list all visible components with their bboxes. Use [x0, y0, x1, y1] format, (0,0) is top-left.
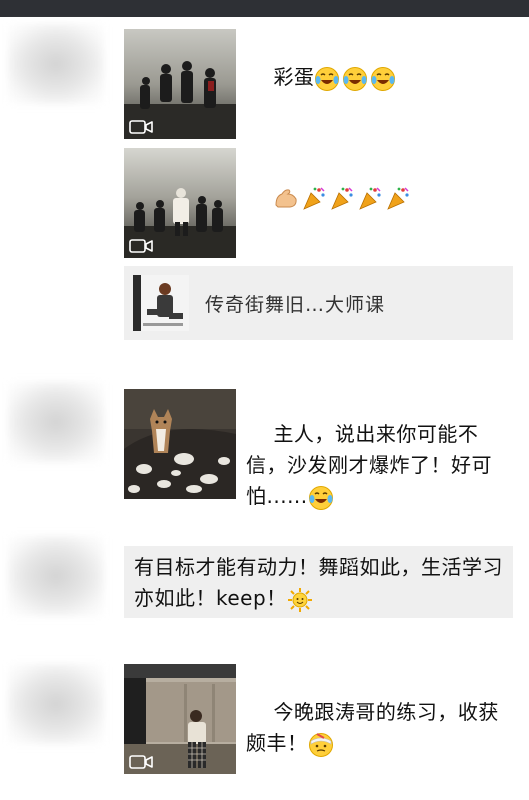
party-popper-emoji: [331, 186, 354, 210]
video-camera-icon: [129, 755, 153, 769]
link-thumbnail: [133, 275, 189, 331]
sun-emoji: [287, 587, 312, 612]
laughing-tears-emoji: [308, 485, 333, 510]
post-text-content: 主人，说出来你可能不信，沙发刚才爆炸了！好可怕......: [246, 422, 492, 508]
video-thumbnail[interactable]: [124, 29, 236, 139]
bandaged-face-emoji: [308, 732, 333, 757]
laughing-tears-emoji: [371, 66, 396, 91]
image-thumbnail[interactable]: [124, 389, 236, 499]
status-bar: [0, 0, 529, 17]
avatar[interactable]: [8, 24, 104, 104]
link-title: 传奇街舞旧…大师课: [205, 294, 386, 316]
shared-text-card[interactable]: 有目标才能有动力！舞蹈如此，生活学习亦如此！keep！: [124, 546, 513, 618]
party-popper-emoji: [303, 186, 326, 210]
video-camera-icon: [129, 239, 153, 253]
post-text: 今晚跟涛哥的练习，收获颇丰！: [246, 666, 511, 790]
shared-link-card[interactable]: 传奇街舞旧…大师课: [124, 266, 513, 340]
laughing-tears-emoji: [315, 66, 340, 91]
post-text: 彩蛋: [246, 31, 511, 124]
emoji-group: [308, 485, 334, 511]
post-text: [246, 150, 511, 243]
laughing-tears-emoji: [343, 66, 368, 91]
video-camera-icon: [129, 120, 153, 134]
emoji-group: [308, 732, 334, 758]
video-thumbnail[interactable]: [124, 664, 236, 774]
emoji-group: [314, 66, 396, 92]
post-text-content: 彩蛋: [273, 65, 315, 89]
emoji-group: [287, 587, 313, 613]
flexed-biceps-emoji: [275, 188, 298, 207]
avatar[interactable]: [8, 382, 104, 462]
avatar[interactable]: [8, 536, 104, 616]
card-text: 有目标才能有动力！舞蹈如此，生活学习亦如此！keep！: [134, 555, 503, 610]
video-thumbnail[interactable]: [124, 148, 236, 258]
post-text-content: 今晚跟涛哥的练习，收获颇丰！: [246, 700, 499, 755]
avatar[interactable]: [8, 664, 104, 744]
party-popper-emoji: [387, 186, 410, 210]
emoji-group: [273, 185, 411, 211]
post-text: 主人，说出来你可能不信，沙发刚才爆炸了！好可怕......: [246, 388, 511, 543]
party-popper-emoji: [359, 186, 382, 210]
